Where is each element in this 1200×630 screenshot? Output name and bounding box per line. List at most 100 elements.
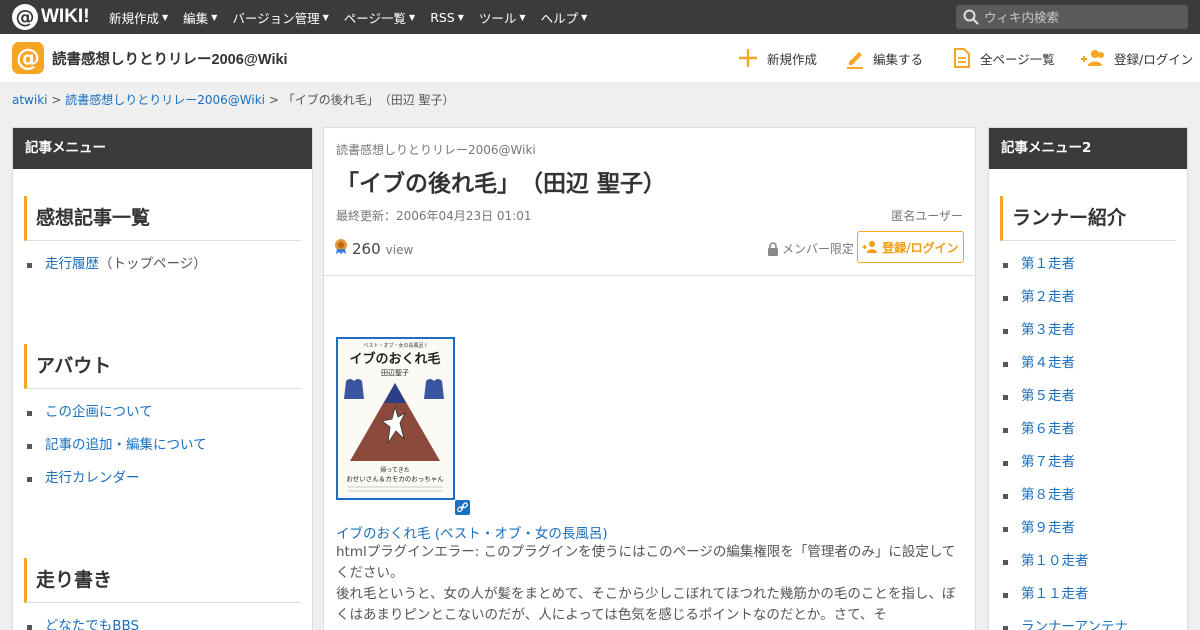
breadcrumb-separator: > [268, 93, 279, 107]
wiki-name: 読書感想しりとりリレー2006@Wiki [336, 143, 536, 157]
main-article: 読書感想しりとりリレー2006@Wiki 「イブの後れ毛」 （田辺 聖子） 最終… [323, 127, 976, 630]
list-item: 第９走者 [1001, 512, 1128, 545]
edit-button[interactable]: 編集する [845, 34, 923, 82]
link-icon[interactable] [455, 500, 470, 515]
login-register-button-main[interactable]: 登録/ログイン [857, 231, 964, 263]
cover-tagline-1: 帰ってきた [380, 466, 410, 474]
list-item: 第４走者 [1001, 347, 1128, 380]
edit-label: 編集する [873, 51, 924, 67]
cover-series: ベスト・オブ・女の長風呂 I [363, 342, 426, 349]
at-sign-icon: @ [12, 4, 38, 30]
view-counter: 260 view [334, 238, 413, 258]
book-cover-art: ベスト・オブ・女の長風呂 I イブのおくれ毛 田辺聖子 帰ってきた おせいさん＆… [338, 339, 453, 498]
add-user-icon [1081, 50, 1104, 66]
view-label: view [385, 243, 414, 257]
lock-icon [768, 241, 778, 256]
global-top-bar: @ WIKI! 新規作成 ▼ 編集 ▼ バージョン管理 ▼ ページ一覧 ▼ RSS ▼ ツ… [0, 0, 1200, 34]
medal-icon [335, 239, 347, 254]
list-item: 第２走者 [1001, 281, 1128, 314]
breadcrumb: atwiki > 読書感想しりとりリレー2006@Wiki > 「イブの後れ毛」… [12, 91, 455, 108]
breadcrumb-site[interactable]: 読書感想しりとりリレー2006@Wiki [65, 93, 265, 107]
section-title-about: アバウト [24, 344, 301, 389]
list-item: 走行履歴（トップページ） [25, 248, 207, 281]
list-item: 第５走者 [1001, 380, 1128, 413]
bbs-link[interactable]: どなたでもBBS [45, 618, 139, 630]
runner-5-link[interactable]: 第５走者 [1021, 388, 1075, 404]
left-sidebar-title: 記事メニュー [13, 128, 312, 169]
divider [324, 275, 975, 276]
all-pages-label: 全ページ一覧 [980, 51, 1055, 67]
wiki-search-box [956, 5, 1188, 29]
search-input[interactable] [984, 9, 1184, 25]
runner-11-link[interactable]: 第１１走者 [1021, 586, 1089, 602]
breadcrumb-separator: > [51, 93, 62, 107]
runner-10-link[interactable]: 第１０走者 [1021, 553, 1089, 569]
runner-8-link[interactable]: 第８走者 [1021, 487, 1075, 503]
cover-tagline-2: おせいさん＆カモカのおっちゃん [346, 475, 444, 483]
menu-version[interactable]: バージョン管理 ▼ [232, 8, 328, 27]
about-project-link[interactable]: この企画について [45, 404, 153, 420]
runner-7-link[interactable]: 第７走者 [1021, 454, 1075, 470]
reviews-list: 走行履歴（トップページ） [25, 248, 207, 281]
menu-edit[interactable]: 編集 ▼ [183, 8, 217, 27]
site-header: @ 読書感想しりとりリレー2006@Wiki 新規作成 編集する 全ページ一覧 [0, 34, 1200, 82]
runner-6-link[interactable]: 第６走者 [1021, 421, 1075, 437]
last-updated: 最終更新：2006年04月23日 01:01 [336, 209, 532, 223]
list-item: 第１１走者 [1001, 578, 1128, 611]
caret-down-icon: ▼ [581, 12, 588, 22]
list-item: 第６走者 [1001, 413, 1128, 446]
list-item: どなたでもBBS [25, 610, 139, 630]
menu-rss[interactable]: RSS ▼ [430, 10, 464, 25]
pencil-icon [847, 52, 863, 69]
menu-page-list[interactable]: ページ一覧 ▼ [344, 8, 415, 27]
list-item: この企画について [25, 396, 207, 429]
all-pages-button[interactable]: 全ページ一覧 [952, 34, 1055, 82]
site-title[interactable]: 読書感想しりとりリレー2006@Wiki [52, 48, 288, 69]
runner-4-link[interactable]: 第４走者 [1021, 355, 1075, 371]
view-count: 260 [352, 240, 381, 258]
atwiki-logo[interactable]: @ WIKI! [12, 4, 90, 30]
article-paragraph: 後れ毛というと、女の人が髪をまとめて、そこから少しこぼれてほつれた幾筋かの毛のこ… [336, 586, 956, 623]
caret-down-icon: ▼ [409, 12, 416, 22]
caret-down-icon: ▼ [211, 12, 218, 22]
runner-2-link[interactable]: 第２走者 [1021, 289, 1075, 305]
list-item: 第１０走者 [1001, 545, 1128, 578]
plugin-error-text: htmlプラグインエラー: このプラグインを使うにはこのページの編集権限を「管理… [336, 544, 956, 581]
book-title-link[interactable]: イブのおくれ毛 (ベスト・オブ・女の長風呂) [336, 522, 608, 542]
book-cover-image[interactable]: ベスト・オブ・女の長風呂 I イブのおくれ毛 田辺聖子 帰ってきた おせいさん＆… [336, 337, 455, 500]
breadcrumb-atwiki[interactable]: atwiki [12, 93, 48, 107]
atwiki-logo-text: WIKI! [41, 6, 90, 27]
runner-9-link[interactable]: 第９走者 [1021, 520, 1075, 536]
search-icon[interactable] [962, 8, 980, 26]
runner-antenna-link[interactable]: ランナーアンテナ [1021, 619, 1128, 630]
runner-1-link[interactable]: 第１走者 [1021, 256, 1075, 272]
login-register-button[interactable]: 登録/ログイン [1080, 34, 1193, 82]
section-title-runners: ランナー紹介 [1000, 196, 1176, 241]
add-user-icon [862, 241, 878, 253]
list-item: 第３走者 [1001, 314, 1128, 347]
new-page-button[interactable]: 新規作成 [737, 34, 817, 82]
section-title-notes: 走り書き [24, 558, 301, 603]
run-history-link[interactable]: 走行履歴 [45, 256, 99, 272]
breadcrumb-current: 「イブの後れ毛」 （田辺 聖子） [282, 93, 455, 107]
menu-help[interactable]: ヘルプ ▼ [541, 8, 588, 27]
login-register-label: 登録/ログイン [1114, 51, 1194, 67]
how-to-edit-link[interactable]: 記事の追加・編集について [45, 437, 207, 453]
menu-tools[interactable]: ツール ▼ [479, 8, 526, 27]
right-sidebar: 記事メニュー2 ランナー紹介 第１走者 第２走者 第３走者 第４走者 第５走者 … [988, 127, 1188, 630]
document-icon [954, 48, 970, 68]
runner-3-link[interactable]: 第３走者 [1021, 322, 1075, 338]
cover-author: 田辺聖子 [381, 369, 409, 377]
list-item: 第１走者 [1001, 248, 1128, 281]
menu-new[interactable]: 新規作成 ▼ [109, 8, 168, 27]
top-page-note: （トップページ） [99, 256, 207, 272]
section-title-reviews: 感想記事一覧 [24, 196, 301, 241]
run-calendar-link[interactable]: 走行カレンダー [45, 470, 140, 486]
list-item: 記事の追加・編集について [25, 429, 207, 462]
site-logo-icon[interactable]: @ [12, 42, 44, 74]
author-name: 匿名ユーザー [891, 209, 963, 223]
runners-list: 第１走者 第２走者 第３走者 第４走者 第５走者 第６走者 第７走者 第８走者 … [1001, 248, 1128, 630]
caret-down-icon: ▼ [162, 12, 169, 22]
left-sidebar: 記事メニュー 感想記事一覧 走行履歴（トップページ） アバウト この企画について… [12, 127, 313, 630]
caret-down-icon: ▼ [322, 12, 329, 22]
